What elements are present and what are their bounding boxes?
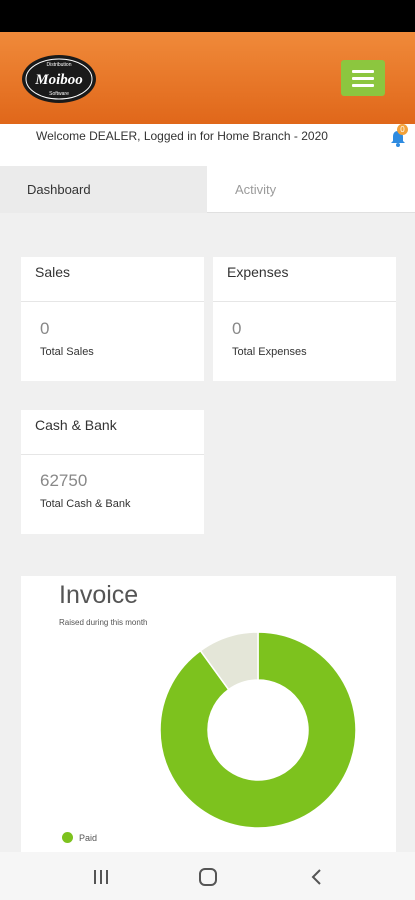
app-header: Distribution Moiboo Software — [0, 32, 415, 124]
tab-dashboard[interactable]: Dashboard — [0, 166, 207, 213]
total-expenses-label: Total Expenses — [232, 346, 307, 358]
moiboo-logo[interactable]: Distribution Moiboo Software — [20, 54, 98, 104]
home-icon[interactable] — [196, 866, 220, 888]
invoice-card: Invoice Raised during this month Paid — [21, 576, 396, 852]
status-bar — [0, 0, 415, 32]
system-nav-bar — [0, 852, 415, 900]
legend-paid-label: Paid — [79, 833, 98, 843]
total-sales-value: 0 — [40, 319, 50, 338]
logo-bottom-text: Software — [49, 91, 69, 97]
cash-bank-card[interactable]: Cash & Bank 62750 Total Cash & Bank — [21, 410, 204, 534]
recent-apps-icon[interactable] — [89, 866, 113, 888]
logo-text: Moiboo — [34, 72, 83, 88]
invoice-donut-chart — [159, 631, 357, 829]
invoice-subtitle: Raised during this month — [59, 618, 148, 627]
sales-card[interactable]: Sales 0 Total Sales — [21, 257, 204, 381]
welcome-text: Welcome DEALER, Logged in for Home Branc… — [36, 129, 328, 143]
total-cash-bank-label: Total Cash & Bank — [40, 498, 131, 510]
invoice-title: Invoice — [59, 581, 139, 609]
total-cash-bank-value: 62750 — [40, 471, 88, 490]
tab-bar: Dashboard Activity — [0, 166, 415, 213]
logo-top-text: Distribution — [46, 62, 71, 68]
total-expenses-value: 0 — [232, 319, 242, 338]
notification-badge: 0 — [397, 124, 408, 135]
welcome-bar: Welcome DEALER, Logged in for Home Branc… — [0, 124, 415, 166]
tab-activity[interactable]: Activity — [207, 166, 415, 213]
hamburger-icon — [352, 69, 374, 73]
expenses-card-title: Expenses — [213, 257, 396, 302]
sales-card-title: Sales — [21, 257, 204, 302]
total-sales-label: Total Sales — [40, 346, 94, 358]
menu-button[interactable] — [341, 60, 385, 96]
legend-paid-swatch — [62, 832, 73, 843]
cash-bank-card-title: Cash & Bank — [21, 410, 204, 455]
back-icon[interactable] — [305, 866, 329, 888]
expenses-card[interactable]: Expenses 0 Total Expenses — [213, 257, 396, 381]
